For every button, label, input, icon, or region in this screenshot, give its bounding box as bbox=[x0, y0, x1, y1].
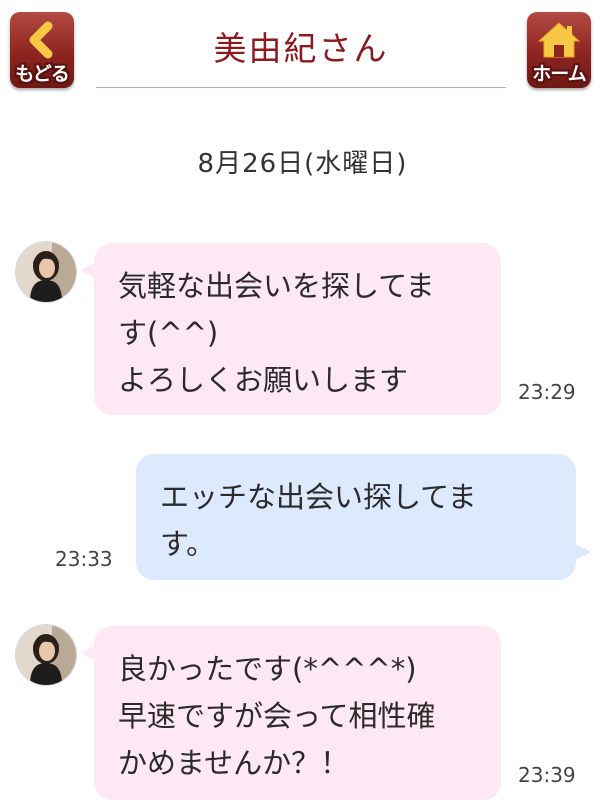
back-button[interactable]: もどる bbox=[10, 12, 74, 88]
avatar[interactable] bbox=[15, 624, 77, 686]
home-button[interactable]: ホーム bbox=[527, 12, 591, 88]
title-divider bbox=[96, 87, 506, 88]
home-button-label: ホーム bbox=[532, 63, 586, 85]
house-icon bbox=[527, 20, 591, 64]
message-bubble-incoming: 良かったです(*^^^*) 早速ですが会って相性確 かめませんか？！ bbox=[94, 626, 501, 800]
back-button-label: もどる bbox=[15, 63, 70, 85]
bubble-tail bbox=[575, 544, 591, 560]
message-timestamp: 23:33 bbox=[55, 547, 113, 571]
message-line: す(^^) bbox=[118, 316, 219, 350]
message-timestamp: 23:29 bbox=[518, 380, 576, 404]
message-line: す。 bbox=[160, 527, 216, 561]
page-title: 美由紀さん bbox=[213, 29, 389, 68]
message-timestamp: 23:39 bbox=[518, 763, 576, 787]
message-line: 早速ですが会って相性確 bbox=[118, 699, 436, 733]
conversation-date: 8月26日(水曜日) bbox=[197, 149, 408, 179]
message-bubble-incoming: 気軽な出会いを探してま す(^^) よろしくお願いします bbox=[94, 243, 501, 415]
message-line: 良かったです(*^^^*) bbox=[118, 652, 417, 686]
message-line: よろしくお願いします bbox=[118, 363, 409, 397]
message-line: エッチな出会い探してま bbox=[160, 480, 477, 514]
chevron-left-icon bbox=[10, 20, 74, 64]
message-line: かめませんか？！ bbox=[118, 746, 350, 780]
message-bubble-outgoing: エッチな出会い探してま す。 bbox=[136, 454, 576, 580]
avatar[interactable] bbox=[15, 241, 77, 303]
message-line: 気軽な出会いを探してま bbox=[118, 269, 435, 303]
